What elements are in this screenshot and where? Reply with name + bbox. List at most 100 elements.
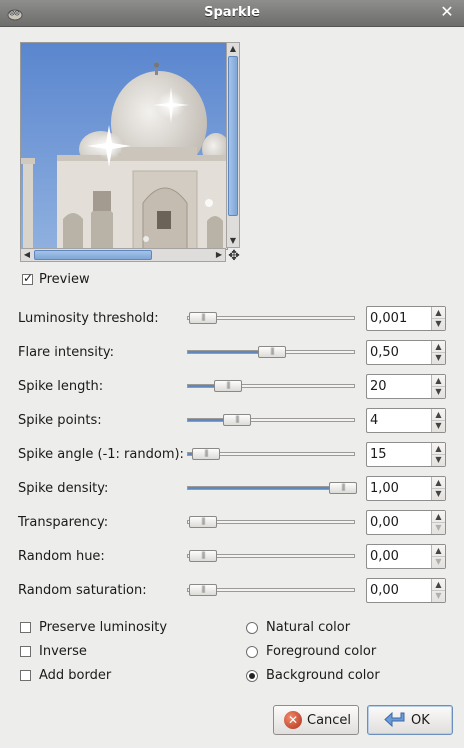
add-border-label: Add border xyxy=(39,668,112,683)
flare-intensity-decrement-icon[interactable]: ▼ xyxy=(432,352,445,363)
natural-color-option[interactable]: Natural color xyxy=(246,620,350,635)
background-color-radio[interactable] xyxy=(246,669,258,682)
flare-intensity-row: Flare intensity: ||| 0,50 ▲ ▼ xyxy=(0,340,464,366)
luminosity-threshold-value[interactable]: 0,001 xyxy=(370,311,407,326)
random-saturation-spinbox[interactable]: 0,00 ▲ ▼ xyxy=(366,578,446,603)
scroll-left-icon[interactable]: ◀ xyxy=(21,249,33,261)
preserve-luminosity-checkbox[interactable] xyxy=(20,622,31,633)
transparency-slider[interactable]: ||| xyxy=(187,516,355,528)
transparency-slider-handle[interactable]: ||| xyxy=(189,516,217,528)
spike-points-slider-handle[interactable]: ||| xyxy=(223,414,251,426)
spike-length-value[interactable]: 20 xyxy=(370,379,387,394)
scroll-down-icon[interactable]: ▼ xyxy=(227,235,239,247)
random-saturation-slider-handle[interactable]: ||| xyxy=(189,584,217,596)
spike-angle-row: Spike angle (-1: random): ||| 15 ▲ ▼ xyxy=(0,442,464,468)
ok-button[interactable]: OK xyxy=(367,705,453,735)
spike-length-slider[interactable]: ||| xyxy=(187,380,355,392)
inverse-checkbox[interactable] xyxy=(20,646,31,657)
luminosity-threshold-slider-handle[interactable]: ||| xyxy=(189,312,217,324)
spike-length-spinbox[interactable]: 20 ▲ ▼ xyxy=(366,374,446,399)
spike-angle-spin-buttons: ▲ ▼ xyxy=(431,443,445,466)
random-hue-value[interactable]: 0,00 xyxy=(370,549,399,564)
luminosity-threshold-spinbox[interactable]: 0,001 ▲ ▼ xyxy=(366,306,446,331)
preview-photo xyxy=(21,43,227,249)
transparency-label: Transparency: xyxy=(18,515,109,530)
preview-checkbox[interactable] xyxy=(22,271,33,285)
random-saturation-label: Random saturation: xyxy=(18,583,147,598)
luminosity-threshold-decrement-icon[interactable]: ▼ xyxy=(432,318,445,329)
flare-intensity-slider-handle[interactable]: ||| xyxy=(258,346,286,358)
spike-density-slider-fill xyxy=(188,487,343,489)
window-title: Sparkle xyxy=(204,5,260,20)
scroll-up-icon[interactable]: ▲ xyxy=(227,43,239,55)
preserve-luminosity-label: Preserve luminosity xyxy=(39,620,168,635)
transparency-value[interactable]: 0,00 xyxy=(370,515,399,530)
flare-intensity-spinbox[interactable]: 0,50 ▲ ▼ xyxy=(366,340,446,365)
spike-length-label: Spike length: xyxy=(18,379,104,394)
spike-density-slider-handle[interactable]: ||| xyxy=(329,482,357,494)
spike-angle-value[interactable]: 15 xyxy=(370,447,387,462)
spike-density-decrement-icon[interactable]: ▼ xyxy=(432,488,445,499)
titlebar: Sparkle ✕ xyxy=(0,0,464,27)
spike-points-slider[interactable]: ||| xyxy=(187,414,355,426)
random-hue-decrement-icon[interactable]: ▼ xyxy=(432,556,445,567)
add-border-checkbox[interactable] xyxy=(20,670,31,681)
luminosity-threshold-label: Luminosity threshold: xyxy=(18,311,159,326)
spike-length-slider-handle[interactable]: ||| xyxy=(214,380,242,392)
random-hue-slider-handle[interactable]: ||| xyxy=(189,550,217,562)
spike-points-value[interactable]: 4 xyxy=(370,413,378,428)
cancel-button[interactable]: ✕ Cancel xyxy=(273,705,359,735)
random-saturation-value[interactable]: 0,00 xyxy=(370,583,399,598)
close-icon[interactable]: ✕ xyxy=(438,3,456,21)
spike-angle-slider[interactable]: ||| xyxy=(187,448,355,460)
spike-density-row: Spike density: ||| 1,00 ▲ ▼ xyxy=(0,476,464,502)
spike-angle-decrement-icon[interactable]: ▼ xyxy=(432,454,445,465)
spike-points-spin-buttons: ▲ ▼ xyxy=(431,409,445,432)
vertical-scroll-thumb[interactable] xyxy=(228,56,238,216)
inverse-option[interactable]: Inverse xyxy=(20,644,87,659)
flare-intensity-slider[interactable]: ||| xyxy=(187,346,355,358)
sparkle-dialog: Sparkle ✕ ▲ ▼ ◀ ▶ ✥ ✓Preview Luminosity … xyxy=(0,0,464,748)
foreground-color-option[interactable]: Foreground color xyxy=(246,644,376,659)
preview-checkbox-label: Preview xyxy=(39,272,90,287)
background-color-option[interactable]: Background color xyxy=(246,668,380,683)
preserve-luminosity-option[interactable]: Preserve luminosity xyxy=(20,620,167,635)
transparency-decrement-icon[interactable]: ▼ xyxy=(432,522,445,533)
random-hue-slider[interactable]: ||| xyxy=(187,550,355,562)
flare-intensity-label: Flare intensity: xyxy=(18,345,115,360)
spike-points-decrement-icon[interactable]: ▼ xyxy=(432,420,445,431)
luminosity-threshold-slider[interactable]: ||| xyxy=(187,312,355,324)
horizontal-scroll-thumb[interactable] xyxy=(34,250,152,260)
transparency-spinbox[interactable]: 0,00 ▲ ▼ xyxy=(366,510,446,535)
spike-density-slider[interactable]: ||| xyxy=(187,482,357,494)
scroll-right-icon[interactable]: ▶ xyxy=(213,249,225,261)
spike-angle-spinbox[interactable]: 15 ▲ ▼ xyxy=(366,442,446,467)
spike-points-spinbox[interactable]: 4 ▲ ▼ xyxy=(366,408,446,433)
spike-length-spin-buttons: ▲ ▼ xyxy=(431,375,445,398)
flare-intensity-spin-buttons: ▲ ▼ xyxy=(431,341,445,364)
natural-color-radio[interactable] xyxy=(246,621,258,634)
preview-horizontal-scrollbar[interactable]: ◀ ▶ xyxy=(20,248,226,262)
luminosity-threshold-row: Luminosity threshold: ||| 0,001 ▲ ▼ xyxy=(0,306,464,332)
spike-density-value[interactable]: 1,00 xyxy=(370,481,399,496)
random-saturation-slider[interactable]: ||| xyxy=(187,584,355,596)
spike-density-spin-buttons: ▲ ▼ xyxy=(431,477,445,500)
ok-arrow-icon xyxy=(384,711,405,728)
foreground-color-radio[interactable] xyxy=(246,645,258,658)
preview-vertical-scrollbar[interactable]: ▲ ▼ xyxy=(226,42,240,248)
spike-density-spinbox[interactable]: 1,00 ▲ ▼ xyxy=(366,476,446,501)
spike-angle-slider-handle[interactable]: ||| xyxy=(192,448,220,460)
spike-points-label: Spike points: xyxy=(18,413,102,428)
preview-image[interactable] xyxy=(20,42,228,250)
add-border-option[interactable]: Add border xyxy=(20,668,111,683)
random-hue-label: Random hue: xyxy=(18,549,105,564)
transparency-spin-buttons: ▲ ▼ xyxy=(431,511,445,534)
random-saturation-decrement-icon[interactable]: ▼ xyxy=(432,590,445,601)
random-hue-spinbox[interactable]: 0,00 ▲ ▼ xyxy=(366,544,446,569)
flare-intensity-value[interactable]: 0,50 xyxy=(370,345,399,360)
navigate-move-icon[interactable]: ✥ xyxy=(227,249,241,263)
luminosity-threshold-spin-buttons: ▲ ▼ xyxy=(431,307,445,330)
spike-length-decrement-icon[interactable]: ▼ xyxy=(432,386,445,397)
background-color-label: Background color xyxy=(266,668,380,683)
preview-toggle[interactable]: Preview xyxy=(22,271,90,287)
